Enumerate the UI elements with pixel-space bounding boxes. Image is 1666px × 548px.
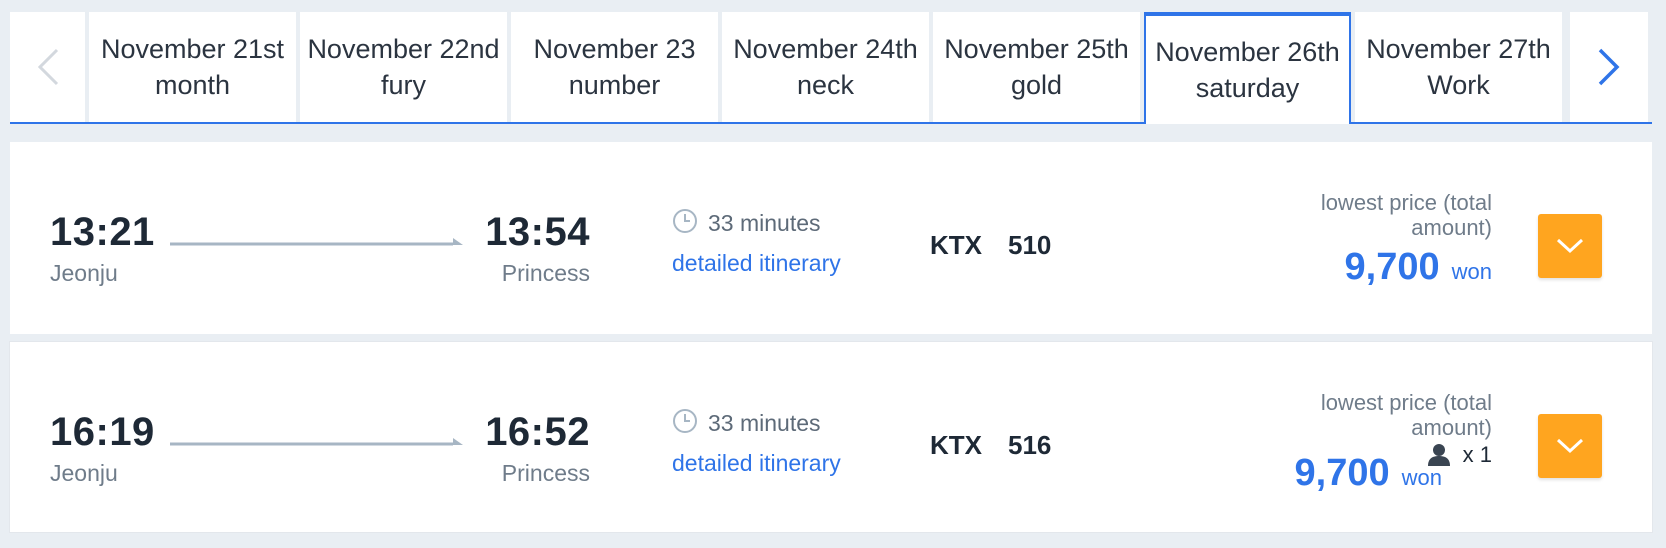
detailed-itinerary-link[interactable]: detailed itinerary (672, 250, 841, 277)
date-label: November 26th (1155, 37, 1340, 67)
next-dates-button[interactable] (1570, 12, 1648, 122)
train-result-card: 16:19 Jeonju 16:52 Princess 33 minutes d… (10, 342, 1652, 532)
date-label: November 23 (533, 34, 696, 64)
date-tab-nov-23[interactable]: November 23 number (511, 12, 718, 122)
date-label: November 27th (1366, 34, 1551, 64)
date-tab-nov-22[interactable]: November 22nd fury (300, 12, 507, 122)
weekday-label: neck (796, 70, 855, 100)
trip-duration: 33 minutes (708, 410, 821, 436)
date-tab-nov-21[interactable]: November 21st month (89, 12, 296, 122)
date-label: November 25th (944, 34, 1129, 64)
trip-duration: 33 minutes (708, 210, 821, 236)
train-type: KTX (930, 430, 982, 460)
arrival-time: 16:52 (485, 410, 590, 454)
arrival-station: Princess (501, 260, 590, 286)
weekday-label: saturday (1195, 73, 1300, 103)
detailed-itinerary-link[interactable]: detailed itinerary (672, 450, 841, 477)
chevron-down-icon (1556, 438, 1584, 454)
weekday-label: month (154, 70, 231, 100)
clock-icon (673, 409, 697, 433)
clock-icon (673, 209, 697, 233)
chevron-right-icon (1598, 48, 1620, 86)
date-tab-nov-26-selected[interactable]: November 26th saturday (1144, 12, 1351, 124)
date-tab-nov-25[interactable]: November 25th gold (933, 12, 1140, 122)
train-search-results: November 21st month November 22nd fury N… (10, 12, 1652, 532)
passenger-count-label: x 1 (1462, 442, 1492, 467)
weekday-label: gold (1010, 70, 1063, 100)
price-currency: won (1451, 259, 1492, 284)
train-number: 516 (1008, 430, 1052, 460)
date-selector: November 21st month November 22nd fury N… (10, 12, 1652, 124)
departure-station: Jeonju (50, 260, 118, 286)
departure-time: 13:21 (50, 210, 155, 254)
price-display: 9,700 won (1345, 246, 1492, 289)
route-arrow-icon (170, 438, 463, 446)
train-result-card: 13:21 Jeonju 13:54 Princess 33 minutes d… (10, 142, 1652, 334)
expand-train-button[interactable] (1538, 414, 1602, 478)
train-type: KTX (930, 230, 982, 260)
arrival-time: 13:54 (485, 210, 590, 254)
date-tab-nov-27[interactable]: November 27th Work (1355, 12, 1562, 122)
date-label: November 22nd (307, 34, 500, 64)
price-display: 9,700 won (1295, 452, 1442, 495)
departure-time: 16:19 (50, 410, 155, 454)
departure-station: Jeonju (50, 460, 118, 486)
price-currency: won (1401, 465, 1442, 490)
price-amount: 9,700 (1294, 452, 1390, 494)
date-label: November 21st (100, 34, 285, 64)
price-label: lowest price (total amount) (1320, 390, 1492, 440)
arrival-station: Princess (501, 460, 590, 486)
date-tab-nov-24[interactable]: November 24th neck (722, 12, 929, 122)
price-amount: 9,700 (1344, 246, 1440, 288)
chevron-left-icon (37, 48, 58, 86)
weekday-label: number (568, 70, 661, 100)
route-arrow-icon (170, 238, 463, 246)
chevron-down-icon (1556, 238, 1584, 254)
weekday-label: fury (380, 70, 426, 100)
train-number: 510 (1008, 230, 1052, 260)
price-label: lowest price (total amount) (1320, 190, 1492, 240)
date-label: November 24th (733, 34, 918, 64)
expand-train-button[interactable] (1538, 214, 1602, 278)
previous-dates-button[interactable] (10, 12, 85, 122)
weekday-label: Work (1427, 70, 1490, 100)
